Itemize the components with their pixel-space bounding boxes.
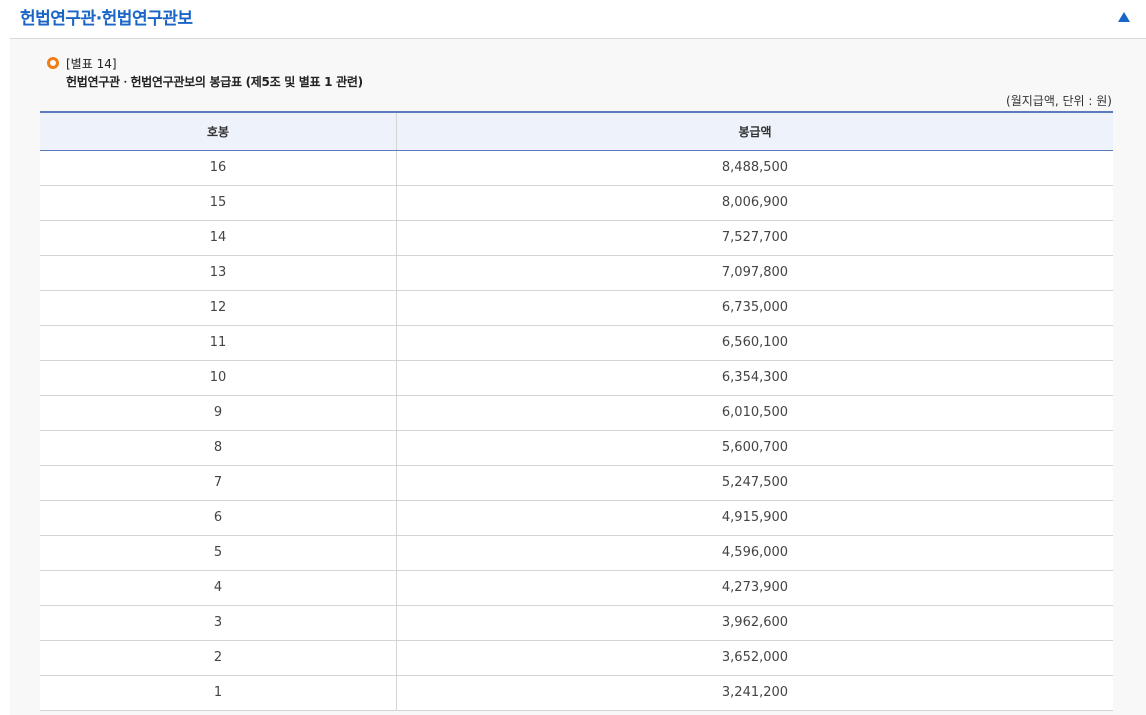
column-header-amount: 봉급액 (396, 111, 1113, 151)
amount-cell: 6,735,000 (396, 290, 1113, 326)
table-row: 9 6,010,500 (40, 395, 1113, 431)
amount-cell: 3,652,000 (396, 640, 1113, 676)
step-cell: 6 (40, 500, 397, 536)
amount-cell: 7,527,700 (396, 220, 1113, 256)
table-row: 10 6,354,300 (40, 360, 1113, 396)
amount-cell: 8,488,500 (396, 150, 1113, 186)
table-row: 5 4,596,000 (40, 535, 1113, 571)
amount-cell: 6,560,100 (396, 325, 1113, 361)
step-cell: 9 (40, 395, 397, 431)
step-cell: 3 (40, 605, 397, 641)
step-cell: 5 (40, 535, 397, 571)
step-cell: 13 (40, 255, 397, 291)
amount-cell: 4,915,900 (396, 500, 1113, 536)
section-header[interactable]: 헌법연구관·헌법연구관보 (0, 0, 1146, 38)
column-header-step: 호봉 (40, 111, 397, 151)
amount-cell: 7,097,800 (396, 255, 1113, 291)
step-cell: 12 (40, 290, 397, 326)
table-row: 11 6,560,100 (40, 325, 1113, 361)
section-title: 헌법연구관·헌법연구관보 (20, 9, 193, 29)
unit-note: (월지급액, 단위 : 원) (1006, 94, 1112, 108)
step-cell: 8 (40, 430, 397, 466)
table-row: 1 3,241,200 (40, 675, 1113, 711)
amount-cell: 5,600,700 (396, 430, 1113, 466)
step-cell: 4 (40, 570, 397, 606)
table-row: 2 3,652,000 (40, 640, 1113, 676)
table-row: 12 6,735,000 (40, 290, 1113, 326)
table-row: 6 4,915,900 (40, 500, 1113, 536)
table-header-row: 호봉 봉급액 (40, 111, 1113, 151)
amount-cell: 6,354,300 (396, 360, 1113, 396)
amount-cell: 6,010,500 (396, 395, 1113, 431)
amount-cell: 5,247,500 (396, 465, 1113, 501)
amount-cell: 4,273,900 (396, 570, 1113, 606)
amount-cell: 4,596,000 (396, 535, 1113, 571)
amount-cell: 8,006,900 (396, 185, 1113, 221)
step-cell: 14 (40, 220, 397, 256)
table-row: 3 3,962,600 (40, 605, 1113, 641)
step-cell: 11 (40, 325, 397, 361)
step-cell: 10 (40, 360, 397, 396)
table-row: 16 8,488,500 (40, 150, 1113, 186)
table-subtitle: 헌법연구관ㆍ헌법연구관보의 봉급표 (제5조 및 별표 1 관련) (66, 75, 363, 89)
salary-table: 호봉 봉급액 16 8,488,500 15 8,006,900 14 7,527,700… (40, 111, 1113, 711)
table-row: 8 5,600,700 (40, 430, 1113, 466)
step-cell: 2 (40, 640, 397, 676)
step-cell: 15 (40, 185, 397, 221)
amount-cell: 3,241,200 (396, 675, 1113, 711)
amount-cell: 3,962,600 (396, 605, 1113, 641)
table-row: 4 4,273,900 (40, 570, 1113, 606)
table-row: 13 7,097,800 (40, 255, 1113, 291)
table-row: 7 5,247,500 (40, 465, 1113, 501)
step-cell: 16 (40, 150, 397, 186)
circle-bullet-icon (47, 57, 59, 69)
table-row: 15 8,006,900 (40, 185, 1113, 221)
step-cell: 1 (40, 675, 397, 711)
appendix-label: [별표 14] (66, 57, 117, 71)
triangle-up-icon[interactable] (1118, 12, 1130, 22)
step-cell: 7 (40, 465, 397, 501)
table-row: 14 7,527,700 (40, 220, 1113, 256)
